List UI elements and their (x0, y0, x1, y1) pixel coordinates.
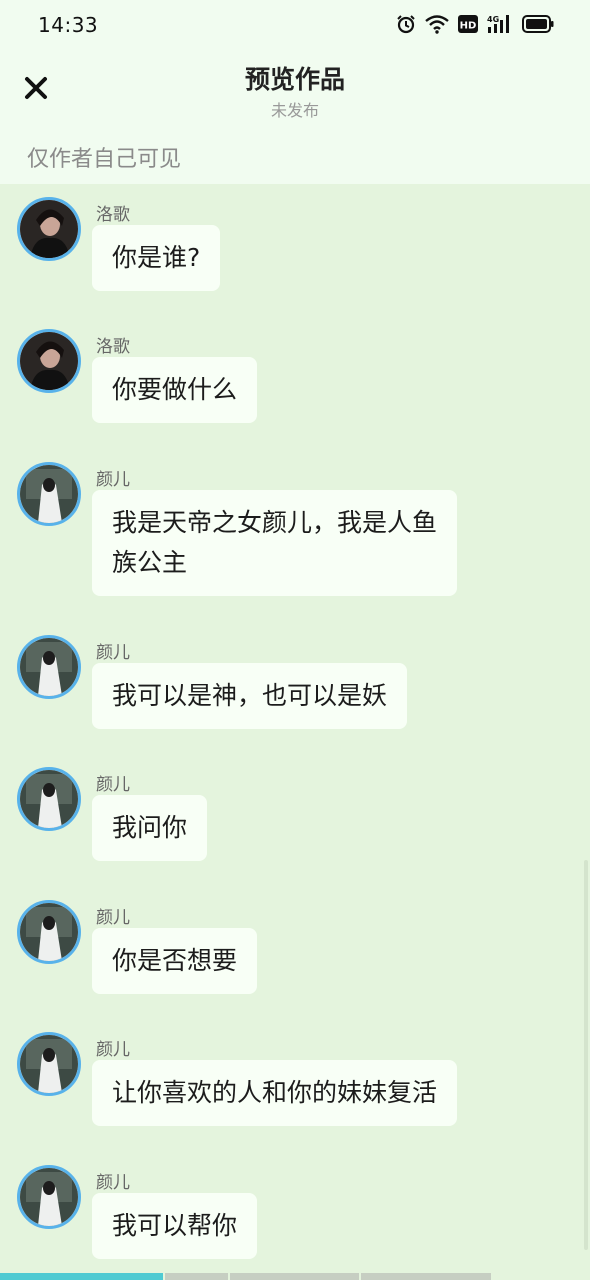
message-bubble[interactable]: 你要做什么 (92, 357, 258, 423)
battery-icon (522, 14, 554, 34)
page-title: 预览作品 (244, 65, 345, 94)
svg-text:4G: 4G (487, 15, 499, 24)
message-bubble[interactable]: 我是天帝之女颜儿，我是人鱼 族公主 (92, 490, 458, 596)
sender-name: 颜儿 (96, 1040, 130, 1060)
scrollbar[interactable] (584, 860, 588, 1250)
status-bar: 14:33 HD 4G (0, 0, 590, 52)
status-time: 14:33 (38, 13, 99, 37)
reading-progress-bar (0, 1273, 590, 1280)
svg-text:HD: HD (460, 21, 477, 32)
avatar[interactable] (17, 329, 81, 393)
cellular-signal-icon: 4G (487, 14, 513, 34)
sender-name: 洛歌 (96, 337, 130, 357)
progress-segment (0, 1273, 163, 1280)
chat-list[interactable]: 洛歌 你是谁? 洛歌 你要做什么 颜儿 我是天帝之女颜儿，我是人鱼 族公主 颜儿… (0, 184, 590, 1280)
avatar[interactable] (17, 1165, 81, 1229)
sender-name: 颜儿 (96, 1173, 130, 1193)
publish-status: 未发布 (270, 101, 319, 120)
avatar[interactable] (17, 197, 81, 261)
sender-name: 颜儿 (96, 643, 130, 663)
progress-segment (361, 1273, 491, 1280)
message-bubble[interactable]: 我可以帮你 (92, 1193, 258, 1259)
sender-name: 洛歌 (96, 205, 130, 225)
message-bubble[interactable]: 让你喜欢的人和你的妹妹复活 (92, 1060, 458, 1126)
wifi-icon (425, 14, 449, 34)
sender-name: 颜儿 (96, 908, 130, 928)
status-icons: HD 4G (396, 14, 554, 34)
avatar[interactable] (17, 635, 81, 699)
avatar[interactable] (17, 1032, 81, 1096)
visibility-note: 仅作者自己可见 (27, 147, 182, 172)
progress-segment (165, 1273, 228, 1280)
message-line: 我是天帝之女颜儿，我是人鱼 (112, 508, 438, 537)
message-bubble[interactable]: 你是否想要 (92, 928, 258, 994)
message-bubble[interactable]: 我问你 (92, 795, 208, 861)
message-bubble[interactable]: 我可以是神，也可以是妖 (92, 663, 408, 729)
sender-name: 颜儿 (96, 470, 130, 490)
message-line: 族公主 (112, 548, 188, 577)
alarm-icon (396, 14, 416, 34)
progress-segment (230, 1273, 359, 1280)
avatar[interactable] (17, 767, 81, 831)
avatar[interactable] (17, 462, 81, 526)
hd-icon: HD (458, 14, 478, 34)
avatar[interactable] (17, 900, 81, 964)
sender-name: 颜儿 (96, 775, 130, 795)
header: 14:33 HD 4G 预览作品 未发布 仅作者自己可见 (0, 0, 590, 184)
message-bubble[interactable]: 你是谁? (92, 225, 221, 291)
